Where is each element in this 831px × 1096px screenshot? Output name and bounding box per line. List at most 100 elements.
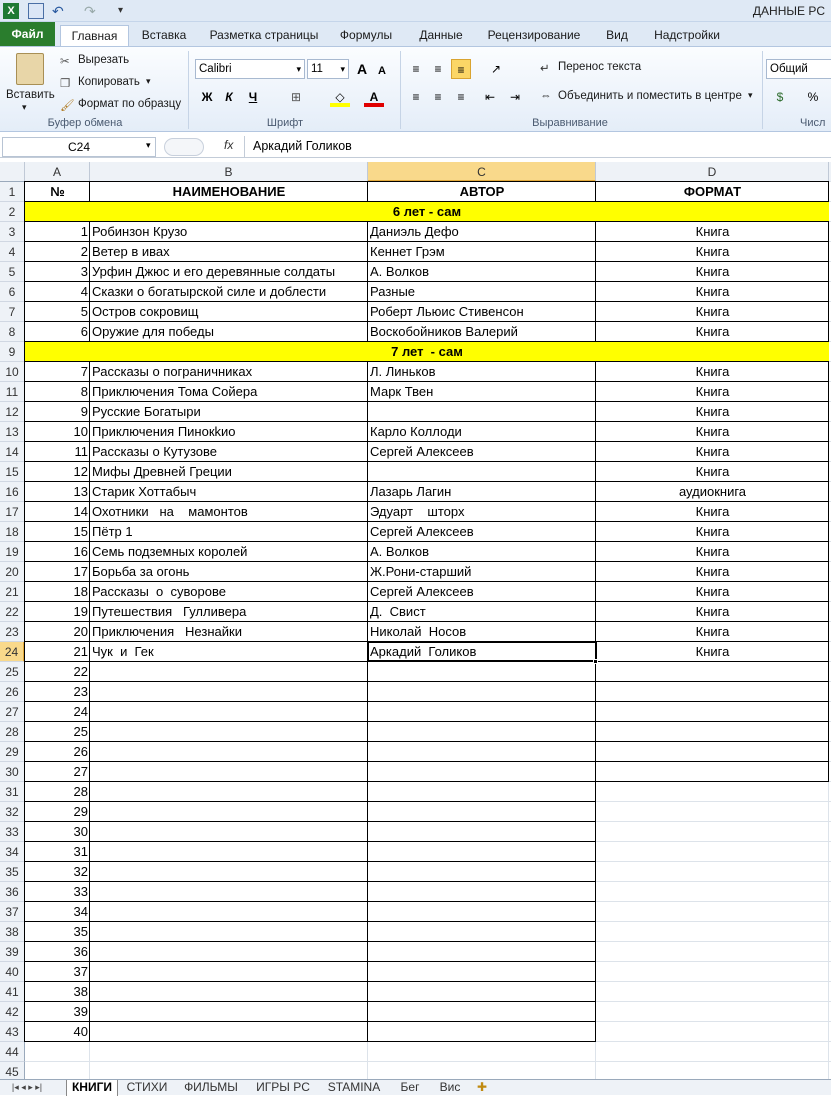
cell-title[interactable]: Рассказы о Кутузове	[90, 442, 368, 462]
row-header-22[interactable]: 22	[0, 602, 25, 622]
cell-number[interactable]: 20	[25, 622, 90, 642]
align-left-icon[interactable]: ≡	[406, 87, 426, 107]
cell-number[interactable]: 26	[25, 742, 90, 762]
sheet-tab-knigi[interactable]: КНИГИ	[66, 1080, 118, 1096]
cell-author[interactable]	[368, 462, 596, 482]
tab-home[interactable]: Главная	[60, 25, 129, 46]
cell-number[interactable]: 38	[25, 982, 90, 1002]
row-header-3[interactable]: 3	[0, 222, 25, 242]
row-header-2[interactable]: 2	[0, 202, 25, 222]
redo-icon[interactable]: ↷	[84, 3, 100, 19]
cell-title[interactable]: Пётр 1	[90, 522, 368, 542]
cell-number[interactable]: 12	[25, 462, 90, 482]
row-header-26[interactable]: 26	[0, 682, 25, 702]
cell-title[interactable]: Приключения Тома Сойера	[90, 382, 368, 402]
row-header-8[interactable]: 8	[0, 322, 25, 342]
row-header-39[interactable]: 39	[0, 942, 25, 962]
cell-author[interactable]: Даниэль Дефо	[368, 222, 596, 242]
paste-icon[interactable]	[16, 53, 44, 85]
cell-title[interactable]: Русские Богатыри	[90, 402, 368, 422]
cut-icon[interactable]: ✂	[60, 54, 70, 68]
cell-format[interactable]: Книга	[596, 602, 829, 622]
cell-format[interactable]: Книга	[596, 582, 829, 602]
merge-center-button[interactable]: Объединить и поместить в центре	[558, 90, 742, 102]
row-header-24[interactable]: 24	[0, 642, 25, 662]
column-header-c[interactable]: C	[368, 162, 596, 182]
format-painter-icon[interactable]: 🖌	[60, 98, 75, 112]
header-cell-name[interactable]: НАИМЕНОВАНИЕ	[90, 182, 368, 202]
row-header-35[interactable]: 35	[0, 862, 25, 882]
cell-number[interactable]: 13	[25, 482, 90, 502]
row-header-7[interactable]: 7	[0, 302, 25, 322]
column-header-a[interactable]: A	[25, 162, 90, 182]
cell-number[interactable]: 8	[25, 382, 90, 402]
cell-number[interactable]: 29	[25, 802, 90, 822]
cell-author[interactable]: Ж.Рони-старший	[368, 562, 596, 582]
cell-format[interactable]: Книга	[596, 502, 829, 522]
cell-number[interactable]: 3	[25, 262, 90, 282]
cell-number[interactable]: 2	[25, 242, 90, 262]
cell-title[interactable]: Рассказы о суворове	[90, 582, 368, 602]
formula-input[interactable]: Аркадий Голиков	[253, 139, 352, 153]
cell-format[interactable]: Книга	[596, 222, 829, 242]
cell-format[interactable]: Книга	[596, 522, 829, 542]
cell-title[interactable]: Ветер в ивах	[90, 242, 368, 262]
bold-button[interactable]: Ж	[197, 87, 217, 107]
name-box[interactable]: C24	[2, 137, 156, 157]
cell-format[interactable]: Книга	[596, 282, 829, 302]
cell-number[interactable]: 6	[25, 322, 90, 342]
header-cell-author[interactable]: АВТОР	[368, 182, 596, 202]
merge-dropdown-icon[interactable]: ▾	[748, 90, 753, 101]
row-header-40[interactable]: 40	[0, 962, 25, 982]
merge-center-icon[interactable]: ⇔	[540, 90, 552, 102]
row-header-33[interactable]: 33	[0, 822, 25, 842]
age-band-7[interactable]: 7 лет - сам	[25, 342, 829, 361]
cell-number[interactable]: 18	[25, 582, 90, 602]
cell-author[interactable]: Карло Коллоди	[368, 422, 596, 442]
customize-qat-icon[interactable]: ▾	[118, 3, 134, 19]
fill-handle[interactable]	[593, 659, 598, 664]
cell-author[interactable]: Эдуарт шторх	[368, 502, 596, 522]
row-header-41[interactable]: 41	[0, 982, 25, 1002]
cell-number[interactable]: 28	[25, 782, 90, 802]
row-header-11[interactable]: 11	[0, 382, 25, 402]
cell-author[interactable]: Разные	[368, 282, 596, 302]
cell-number[interactable]: 10	[25, 422, 90, 442]
row-header-31[interactable]: 31	[0, 782, 25, 802]
sheet-tab-stihi[interactable]: СТИХИ	[122, 1080, 172, 1096]
cell-title[interactable]: Робинзон Крузо	[90, 222, 368, 242]
cell-number[interactable]: 17	[25, 562, 90, 582]
row-header-34[interactable]: 34	[0, 842, 25, 862]
comma-style-icon[interactable]: ,	[822, 87, 831, 107]
cell-title[interactable]: Сказки о богатырской силе и доблести	[90, 282, 368, 302]
cell-number[interactable]: 33	[25, 882, 90, 902]
copy-dropdown-icon[interactable]: ▾	[146, 76, 151, 87]
row-header-38[interactable]: 38	[0, 922, 25, 942]
cell-title[interactable]: Рассказы о пограничниках	[90, 362, 368, 382]
row-header-1[interactable]: 1	[0, 182, 25, 202]
orientation-icon[interactable]: ↗	[486, 59, 506, 79]
cell-format[interactable]: Книга	[596, 442, 829, 462]
active-cell-selection[interactable]	[367, 641, 597, 662]
align-middle-icon[interactable]: ≡	[428, 59, 448, 79]
row-header-28[interactable]: 28	[0, 722, 25, 742]
row-header-16[interactable]: 16	[0, 482, 25, 502]
row-header-32[interactable]: 32	[0, 802, 25, 822]
cell-format[interactable]: аудиокнига	[596, 482, 829, 502]
worksheet-grid[interactable]: A B C D 1 2 3 4 5 6 7 8 9 10 11 12 13 14 15 16 17 18 19 20 2…	[0, 162, 831, 1079]
cell-title[interactable]: Семь подземных королей	[90, 542, 368, 562]
copy-button[interactable]: Копировать	[78, 76, 140, 88]
sheet-tab-vis[interactable]: Вис	[432, 1080, 468, 1096]
cell-title[interactable]: Мифы Древней Греции	[90, 462, 368, 482]
cell-author[interactable]: Кеннет Грэм	[368, 242, 596, 262]
underline-button[interactable]: Ч	[243, 87, 263, 107]
cell-number[interactable]: 7	[25, 362, 90, 382]
row-header-17[interactable]: 17	[0, 502, 25, 522]
cell-title[interactable]: Старик Хоттабыч	[90, 482, 368, 502]
row-header-15[interactable]: 15	[0, 462, 25, 482]
row-header-44[interactable]: 44	[0, 1042, 25, 1062]
save-icon[interactable]	[28, 3, 44, 19]
cell-number[interactable]: 4	[25, 282, 90, 302]
align-center-icon[interactable]: ≡	[428, 87, 448, 107]
row-header-13[interactable]: 13	[0, 422, 25, 442]
